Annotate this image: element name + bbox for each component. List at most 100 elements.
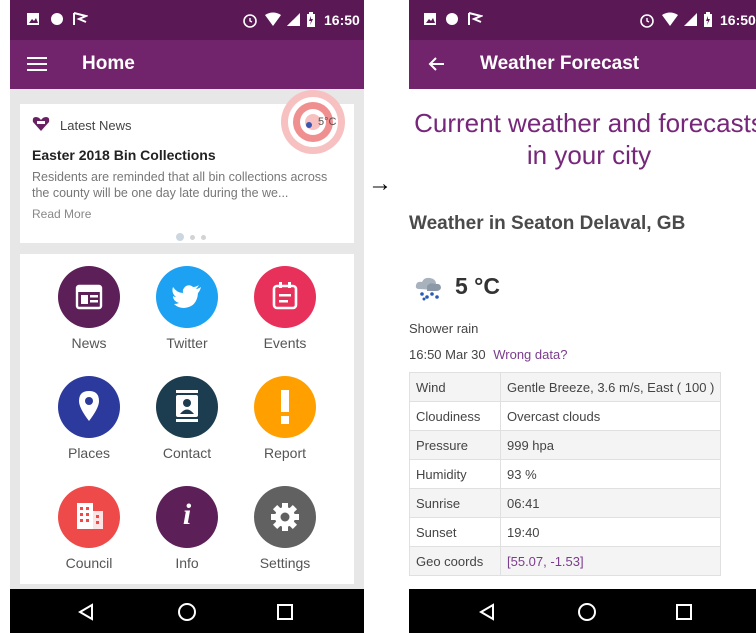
status-time: 16:50 [720, 12, 756, 28]
home-nav-icon[interactable] [177, 602, 197, 622]
back-nav-icon[interactable] [479, 603, 495, 621]
weather-badge-target[interactable]: 5°C [280, 89, 346, 155]
tile-label: Places [67, 445, 111, 461]
shower-rain-icon [415, 277, 441, 301]
system-nav-bar [409, 589, 756, 633]
latest-news-card[interactable]: Latest News 5°C Easter 2018 Bin Collecti… [20, 90, 354, 246]
wifi-icon [265, 12, 281, 26]
weather-condition: Shower rain [409, 321, 479, 336]
tile-label: Council [65, 555, 113, 571]
recents-nav-icon[interactable] [675, 603, 693, 621]
report-icon [254, 376, 316, 438]
table-row: Sunrise 06:41 [409, 488, 722, 518]
home-nav-icon[interactable] [577, 602, 597, 622]
row-value: Overcast clouds [499, 401, 722, 431]
table-row: Sunset 19:40 [409, 517, 722, 547]
tile-twitter[interactable]: Twitter [137, 254, 237, 364]
page-title: Weather Forecast [480, 53, 640, 74]
tile-contact[interactable]: Contact [137, 364, 237, 474]
transition-arrow: → [368, 170, 392, 197]
row-key: Sunset [409, 517, 501, 547]
row-key: Sunrise [409, 488, 501, 518]
system-nav-bar [10, 589, 364, 633]
table-row: Cloudiness Overcast clouds [409, 401, 722, 431]
circle-notification-icon [446, 13, 458, 25]
tile-news[interactable]: News [39, 254, 139, 364]
tile-council[interactable]: Council [39, 474, 139, 584]
flag-notification-icon [73, 12, 88, 25]
news-excerpt: Residents are reminded that all bin coll… [32, 170, 328, 200]
news-icon [58, 266, 120, 328]
tile-label: Events [263, 335, 307, 351]
row-key: Pressure [409, 430, 501, 460]
feature-grid: News Twitter Events Places Contact Repor… [20, 254, 354, 584]
news-pagination [176, 228, 206, 246]
pagination-dot[interactable] [190, 235, 195, 240]
home-screen: 16:50 Home Latest News 5°C Easter 2018 B… [10, 0, 364, 633]
weather-timestamp: 16:50 Mar 30 [409, 347, 486, 362]
tile-settings[interactable]: Settings [235, 474, 335, 584]
row-key: Humidity [409, 459, 501, 489]
weather-content: Current weather and forecasts in your ci… [409, 89, 756, 589]
status-bar: 16:50 [409, 0, 756, 40]
battery-icon [307, 12, 315, 27]
tile-label: Info [175, 555, 199, 571]
tile-events[interactable]: Events [235, 254, 335, 364]
contact-icon [156, 376, 218, 438]
settings-icon [254, 486, 316, 548]
app-bar: Home [10, 40, 364, 89]
news-headline[interactable]: Easter 2018 Bin Collections [32, 147, 216, 163]
weather-badge-temp: 5°C [318, 116, 337, 128]
council-icon [58, 486, 120, 548]
geo-coords-link[interactable]: [55.07, -1.53] [499, 546, 722, 576]
row-key: Cloudiness [409, 401, 501, 431]
weather-location: Weather in Seaton Delaval, GB [409, 213, 686, 234]
tile-label: Report [263, 445, 307, 461]
tile-label: News [71, 335, 107, 351]
image-notification-icon [27, 13, 39, 25]
circle-notification-icon [51, 13, 63, 25]
status-bar: 16:50 [10, 0, 364, 40]
pagination-dot[interactable] [201, 235, 206, 240]
tile-info[interactable]: i Info [137, 474, 237, 584]
menu-icon[interactable] [27, 55, 47, 73]
battery-icon [704, 12, 712, 27]
council-logo-icon [32, 117, 50, 131]
alarm-icon [640, 14, 654, 28]
back-arrow-icon[interactable] [427, 56, 445, 72]
wrong-data-link[interactable]: Wrong data? [493, 347, 567, 362]
weather-details-table: Wind Gentle Breeze, 3.6 m/s, East ( 100 )… [409, 372, 722, 576]
twitter-icon [156, 266, 218, 328]
table-row: Geo coords [55.07, -1.53] [409, 546, 722, 576]
row-value: 93 % [499, 459, 722, 489]
row-key: Wind [409, 372, 501, 402]
row-key: Geo coords [409, 546, 501, 576]
wifi-icon [662, 12, 678, 26]
table-row: Humidity 93 % [409, 459, 722, 489]
app-bar: Weather Forecast [409, 40, 756, 89]
recents-nav-icon[interactable] [276, 603, 294, 621]
events-icon [254, 266, 316, 328]
weather-screen: 16:50 Weather Forecast Current weather a… [409, 0, 756, 633]
page-title: Home [82, 53, 135, 74]
tile-report[interactable]: Report [235, 364, 335, 474]
row-value: 06:41 [499, 488, 722, 518]
row-value: 999 hpa [499, 430, 722, 460]
info-icon: i [156, 486, 218, 548]
tile-label: Twitter [166, 335, 208, 351]
latest-news-label: Latest News [60, 118, 132, 133]
back-nav-icon[interactable] [78, 603, 94, 621]
tile-label: Settings [259, 555, 311, 571]
weather-timestamp-row: 16:50 Mar 30 Wrong data? [409, 347, 567, 362]
tile-places[interactable]: Places [39, 364, 139, 474]
signal-icon [684, 13, 697, 26]
tile-label: Contact [162, 445, 212, 461]
row-value: 19:40 [499, 517, 722, 547]
table-row: Wind Gentle Breeze, 3.6 m/s, East ( 100 ) [409, 372, 722, 402]
row-value: Gentle Breeze, 3.6 m/s, East ( 100 ) [499, 372, 722, 402]
flag-notification-icon [468, 12, 483, 25]
read-more-link[interactable]: Read More [32, 207, 91, 221]
pagination-dot-active[interactable] [176, 233, 184, 241]
signal-icon [287, 13, 300, 26]
alarm-icon [243, 14, 257, 28]
